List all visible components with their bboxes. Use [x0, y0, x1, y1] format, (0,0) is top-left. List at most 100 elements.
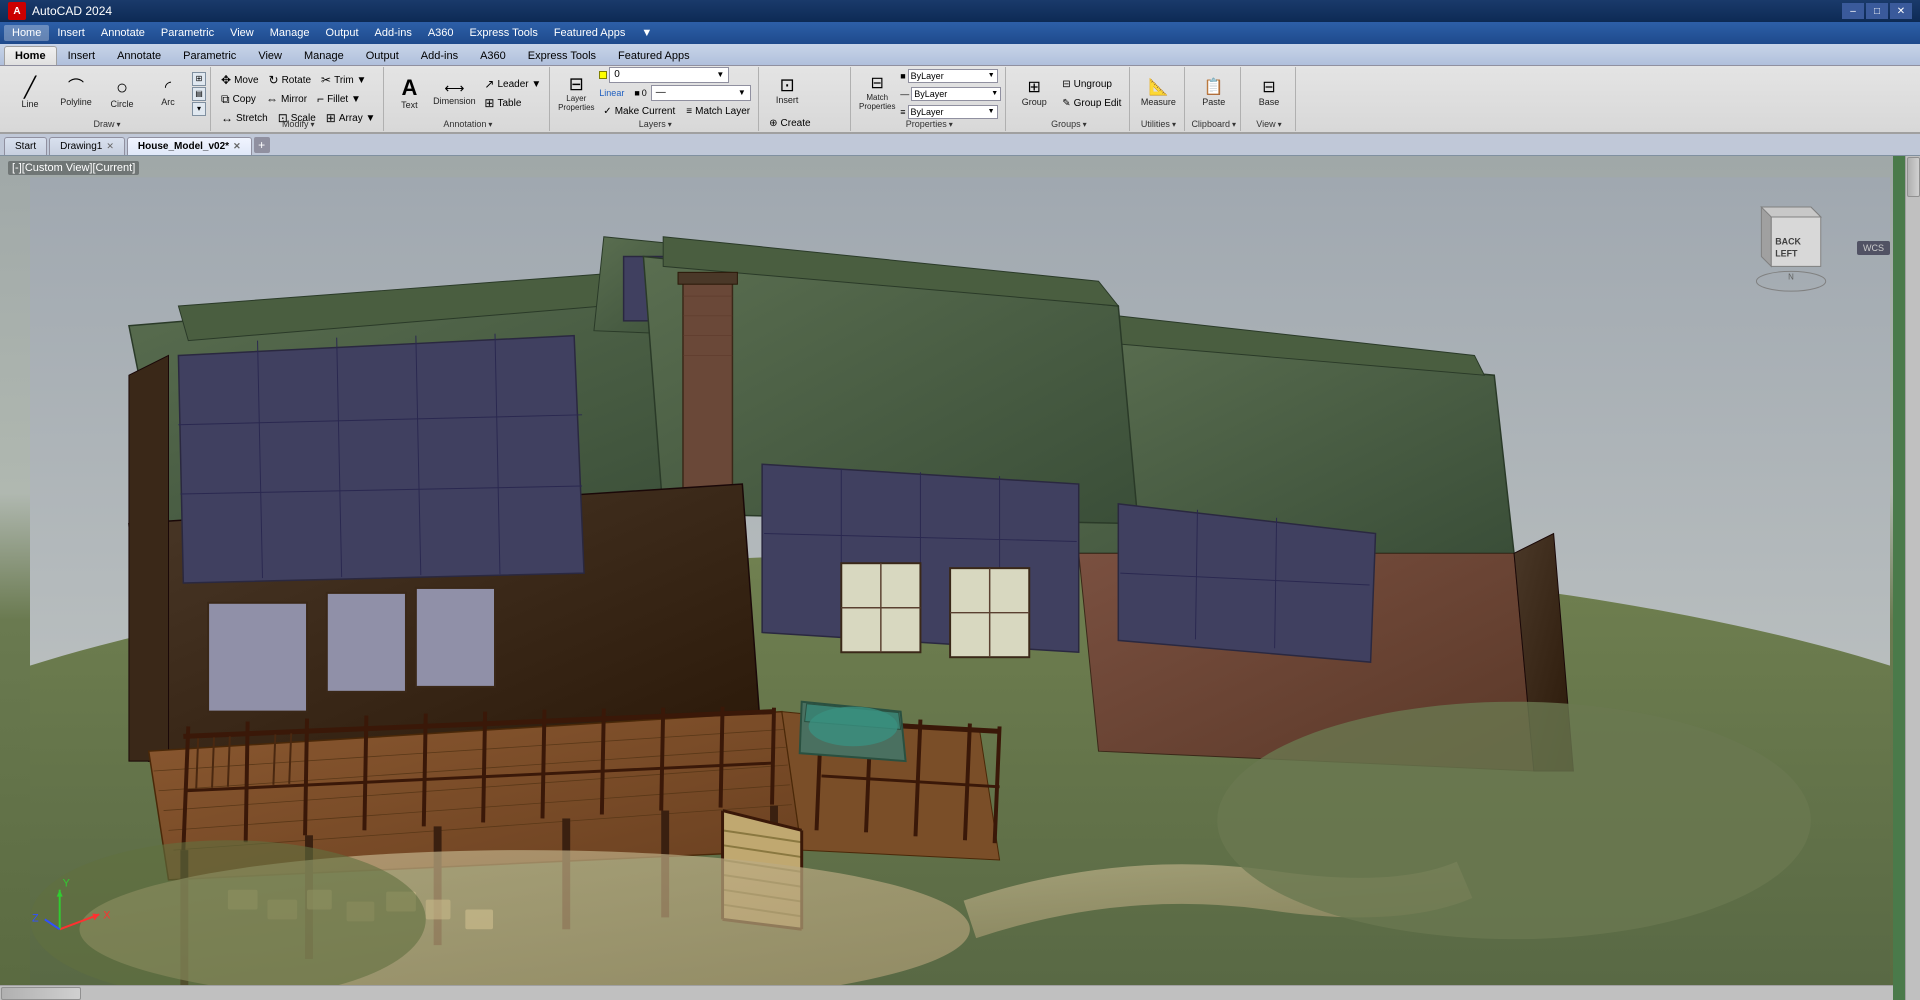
lineweight-dropdown[interactable]: ByLayer ▼ — [908, 105, 998, 119]
linear-label[interactable]: Linear — [599, 88, 624, 98]
maximize-button[interactable]: □ — [1866, 3, 1888, 19]
menu-annotate[interactable]: Annotate — [93, 25, 153, 41]
ribbon-group-layers: ⊟ LayerProperties 0 ▼ Linear — [552, 67, 759, 131]
layer-color-swatch — [599, 71, 607, 79]
layer-line-dropdown[interactable]: — ▼ — [651, 85, 751, 101]
polyline-button[interactable]: ⌒ Polyline — [54, 70, 98, 118]
rotate-button[interactable]: ↻Rotate — [265, 71, 316, 89]
viewport[interactable]: X Y Z BACK LEFT N WCS [-][Custom View][C… — [0, 156, 1920, 1000]
window-controls: – □ ✕ — [1842, 3, 1912, 19]
title-bar: A AutoCAD 2024 – □ ✕ — [0, 0, 1920, 22]
create-button[interactable]: ⊕Create — [765, 114, 846, 132]
minimize-button[interactable]: – — [1842, 3, 1864, 19]
tab-a360[interactable]: A360 — [469, 46, 517, 65]
ribbon-group-annotation: A Text ⟷ Dimension ↗Leader ▼ ⊞Table Anno… — [386, 67, 550, 131]
tab-addins[interactable]: Add-ins — [410, 46, 469, 65]
vertical-scrollbar[interactable] — [1905, 156, 1920, 1000]
house-rendering: X Y Z BACK LEFT N — [30, 176, 1890, 990]
text-button[interactable]: A Text — [390, 70, 428, 118]
paste-label: Paste — [1202, 98, 1225, 108]
menu-featured-apps[interactable]: Featured Apps — [546, 25, 634, 41]
table-button[interactable]: ⊞Table — [480, 94, 545, 112]
tab-home[interactable]: Home — [4, 46, 57, 65]
measure-icon: 📐 — [1148, 80, 1168, 96]
menu-express-tools[interactable]: Express Tools — [462, 25, 546, 41]
tab-output[interactable]: Output — [355, 46, 410, 65]
menu-insert[interactable]: Insert — [49, 25, 93, 41]
tab-start[interactable]: Start — [4, 137, 47, 155]
properties-group-label: Properties▾ — [857, 118, 1001, 129]
text-label: Text — [401, 101, 418, 111]
groups-content: ⊞ Group ⊟Ungroup ✎Group Edit — [1012, 69, 1125, 118]
menu-output[interactable]: Output — [318, 25, 367, 41]
paste-button[interactable]: 📋 Paste — [1192, 70, 1236, 118]
tab-start-label: Start — [15, 141, 36, 152]
group-button[interactable]: ⊞ Group — [1012, 70, 1056, 118]
tab-drawing1[interactable]: Drawing1 ✕ — [49, 137, 125, 155]
base-button[interactable]: ⊟ Base — [1247, 70, 1291, 118]
hscroll-thumb[interactable] — [1, 987, 81, 1000]
vscroll-thumb[interactable] — [1907, 157, 1920, 197]
tab-drawing1-close[interactable]: ✕ — [106, 141, 114, 152]
copy-icon: ⧉ — [221, 92, 230, 107]
fillet-button[interactable]: ⌐Fillet ▼ — [313, 90, 365, 108]
close-button[interactable]: ✕ — [1890, 3, 1912, 19]
tab-view[interactable]: View — [247, 46, 293, 65]
tab-parametric[interactable]: Parametric — [172, 46, 247, 65]
trim-button[interactable]: ✂Trim ▼ — [317, 71, 370, 89]
utilities-group-label: Utilities▾ — [1136, 118, 1180, 129]
menu-overflow[interactable]: ▼ — [633, 25, 660, 41]
arc-button[interactable]: ◜ Arc — [146, 70, 190, 118]
group-edit-button[interactable]: ✎Group Edit — [1058, 94, 1125, 112]
move-button[interactable]: ✥Move — [217, 71, 263, 89]
tab-manage[interactable]: Manage — [293, 46, 355, 65]
insert-button[interactable]: ⊡ Insert — [765, 69, 809, 113]
circle-button[interactable]: ○ Circle — [100, 70, 144, 118]
linetype-dd-arrow: ▼ — [991, 90, 998, 97]
horizontal-scrollbar[interactable] — [0, 985, 1905, 1000]
ribbon-group-block: ⊡ Insert ⊕Create ✎Edit ⊞Edit Attributes … — [761, 67, 851, 131]
layer-name: 0 — [614, 69, 620, 80]
color-dropdown[interactable]: ByLayer ▼ — [908, 69, 998, 83]
make-current-label: Make Current — [615, 106, 676, 117]
draw-hatch-icon[interactable]: ▤ — [192, 87, 206, 101]
tab-featured[interactable]: Featured Apps — [607, 46, 701, 65]
menu-home[interactable]: Home — [4, 25, 49, 41]
match-props-button[interactable]: ⊟ MatchProperties — [857, 74, 897, 114]
match-layer-label: Match Layer — [695, 106, 750, 117]
line-button[interactable]: ╱ Line — [8, 70, 52, 118]
layer-props-button[interactable]: ⊟ LayerProperties — [556, 74, 596, 114]
draw-more-icon[interactable]: ▾ — [192, 102, 206, 116]
tab-house-label: House_Model_v02* — [138, 141, 229, 152]
group-edit-icon: ✎ — [1062, 98, 1070, 109]
ribbon-group-groups: ⊞ Group ⊟Ungroup ✎Group Edit Groups▾ — [1008, 67, 1130, 131]
menu-manage[interactable]: Manage — [262, 25, 318, 41]
tab-house-model[interactable]: House_Model_v02* ✕ — [127, 137, 252, 155]
circle-label: Circle — [110, 100, 133, 110]
color-value: ByLayer — [911, 71, 944, 81]
tab-express-tools[interactable]: Express Tools — [517, 46, 607, 65]
viewport-label: [-][Custom View][Current] — [8, 161, 139, 175]
dimension-button[interactable]: ⟷ Dimension — [430, 70, 478, 118]
mirror-label: Mirror — [281, 94, 307, 105]
linetype-dropdown[interactable]: ByLayer ▼ — [911, 87, 1001, 101]
menu-a360[interactable]: A360 — [420, 25, 462, 41]
tab-house-close[interactable]: ✕ — [233, 141, 241, 152]
add-tab-button[interactable]: + — [254, 137, 270, 153]
menu-addins[interactable]: Add-ins — [367, 25, 420, 41]
menu-parametric[interactable]: Parametric — [153, 25, 222, 41]
wcs-badge: WCS — [1857, 241, 1890, 255]
mirror-button[interactable]: ⇔Mirror — [262, 90, 311, 108]
ungroup-button[interactable]: ⊟Ungroup — [1058, 75, 1125, 93]
base-label: Base — [1259, 98, 1280, 108]
tab-insert[interactable]: Insert — [57, 46, 107, 65]
block-group-content: ⊡ Insert ⊕Create ✎Edit ⊞Edit Attributes — [765, 69, 846, 132]
draw-expand-icon[interactable]: ⊞ — [192, 72, 206, 86]
tab-annotate[interactable]: Annotate — [106, 46, 172, 65]
layer-dropdown[interactable]: 0 ▼ — [609, 67, 729, 83]
menu-view[interactable]: View — [222, 25, 262, 41]
insert-icon: ⊡ — [780, 76, 795, 94]
leader-button[interactable]: ↗Leader ▼ — [480, 75, 545, 93]
copy-button[interactable]: ⧉Copy — [217, 90, 260, 108]
measure-button[interactable]: 📐 Measure — [1136, 70, 1180, 118]
